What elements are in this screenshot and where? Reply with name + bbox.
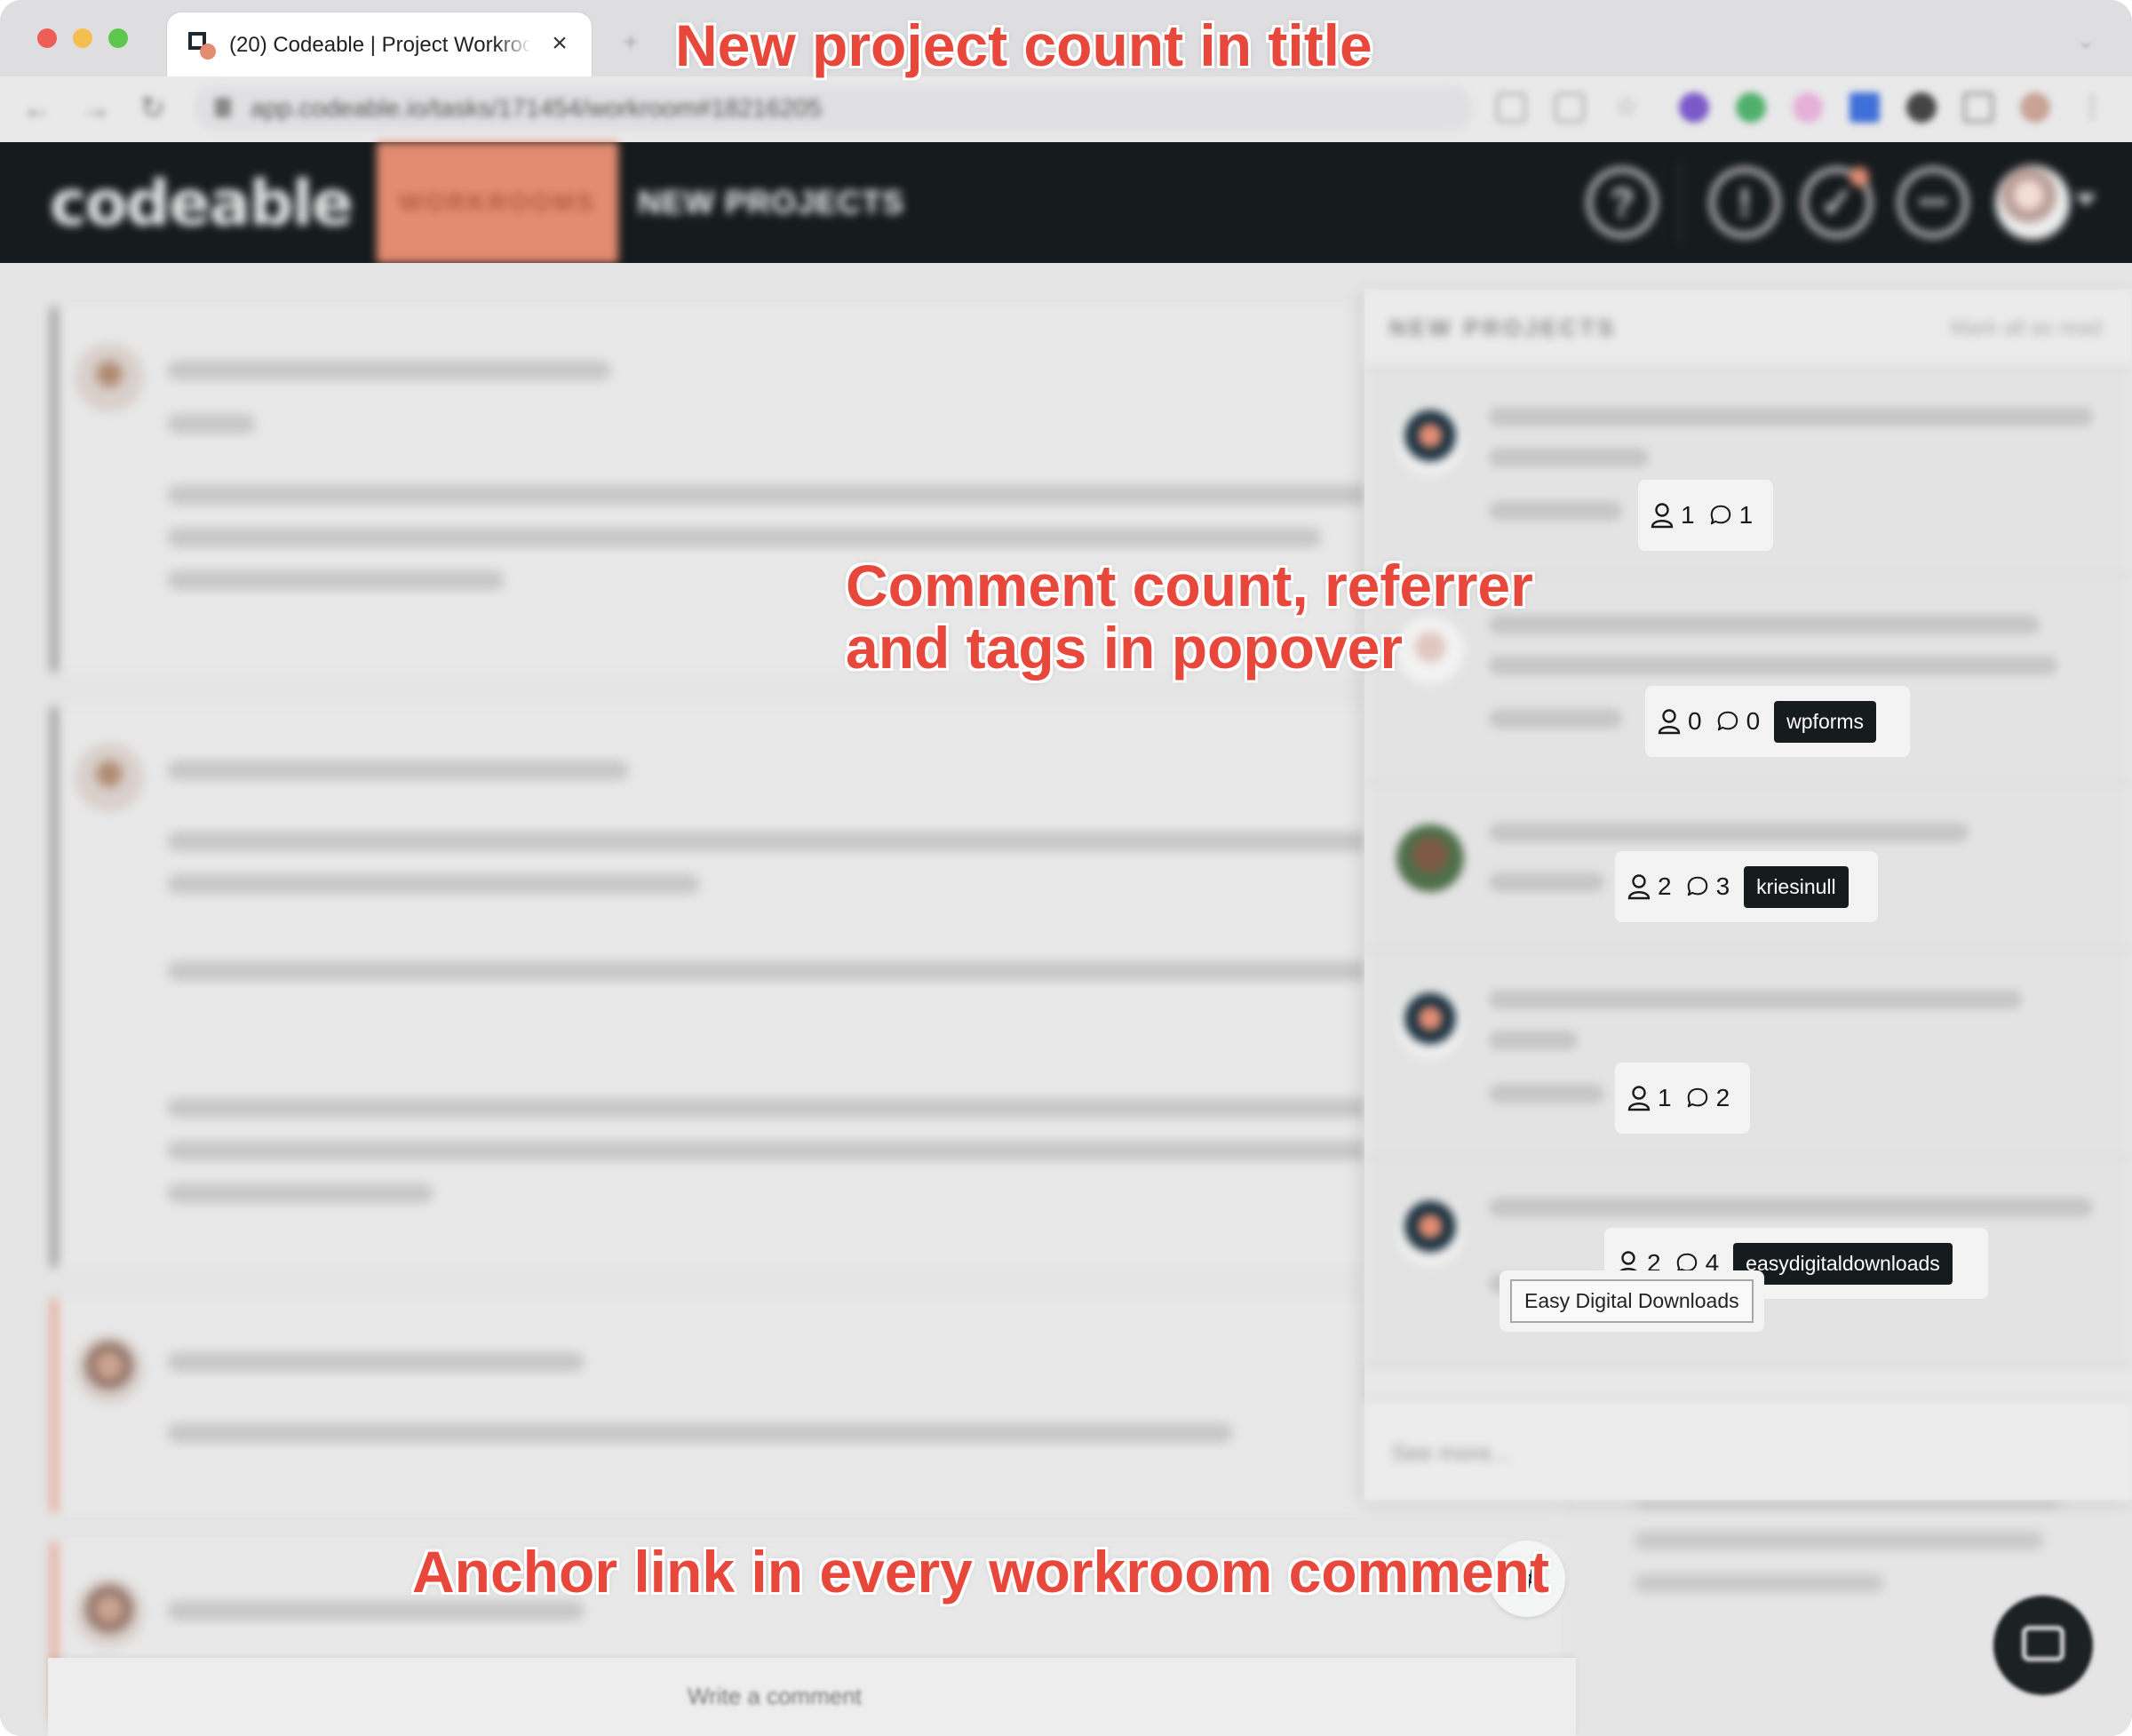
browser-tab-active[interactable]: (20) Codeable | Project Workroom × [167,12,592,80]
project-meta: 2 3 kriesinull [1615,851,1878,922]
tab-close-icon[interactable]: × [544,28,576,60]
comment-count: 1 [1709,501,1754,530]
client-avatar [1396,1199,1464,1267]
new-tab-icon[interactable]: + [613,25,648,60]
close-window-button[interactable] [37,28,57,48]
comment-bubble-icon [1710,505,1730,525]
client-avatar [1396,991,1464,1059]
share-icon[interactable] [1496,92,1526,123]
popover-title: NEW PROJECTS [1389,315,1618,341]
user-avatar[interactable] [1995,165,2070,240]
browser-menu-icon[interactable]: ⋮ [2077,92,2107,123]
extension-pink-icon[interactable] [1793,92,1823,123]
commenter-avatar [75,743,144,812]
tab-search-chevron-icon[interactable]: ⌄ [2077,28,2112,55]
profile-avatar-icon[interactable] [2020,92,2050,123]
commenter-avatar [75,343,144,412]
browser-toolbar: ← → ↻ app.codeable.io/tasks/171454/workr… [0,76,2132,142]
person-icon [1627,1086,1651,1111]
maximize-window-button[interactable] [108,28,128,48]
address-bar[interactable]: app.codeable.io/tasks/171454/workroom#18… [194,85,1473,131]
minimize-window-button[interactable] [73,28,92,48]
annotation-anchor: Anchor link in every workroom comment [412,1539,1549,1605]
annotation-title-count: New project count in title [675,12,1372,78]
mark-all-read-link[interactable]: Mark all as read [1950,316,2102,341]
codeable-favicon-icon [188,32,216,60]
messages-icon[interactable]: ••• [1897,167,1969,238]
chat-widget-button[interactable] [1993,1596,2093,1695]
extension-purple-icon[interactable] [1679,92,1709,123]
comment-bubble-icon [1687,876,1707,896]
commenter-avatar [75,1334,144,1404]
back-icon[interactable]: ← [21,92,53,124]
project-meta: 1 1 [1638,480,1773,551]
comment-count: 3 [1686,872,1730,901]
comment-composer[interactable]: Write a comment [48,1658,1576,1736]
referrer-count-value: 2 [1658,872,1672,900]
project-tag[interactable]: kriesinull [1744,865,1849,908]
comment-count-value: 1 [1738,501,1754,529]
url-text: app.codeable.io/tasks/171454/workroom#18… [251,94,822,122]
referrer-count-value: 1 [1658,1084,1672,1111]
tag-tooltip: Easy Digital Downloads [1500,1270,1764,1332]
tab-title: (20) Codeable | Project Workroom [229,29,531,61]
popover-header: NEW PROJECTS Mark all as read [1364,290,2132,368]
reload-icon[interactable]: ↻ [137,92,169,124]
project-tag[interactable]: easydigitaldownloads [1733,1242,1953,1285]
extension-green-icon[interactable] [1736,92,1766,123]
referrer-count-value: 1 [1681,501,1695,529]
client-avatar [1396,824,1464,892]
sidebar-panel-icon[interactable] [1963,92,1993,123]
chevron-down-icon[interactable] [2075,194,2096,206]
workroom-comment [52,1299,1562,1512]
referrer-count: 2 [1627,872,1672,901]
extension-calendar-icon[interactable] [1850,92,1880,123]
client-avatar [1396,409,1464,476]
person-icon [1651,503,1674,529]
tag-tooltip-text: Easy Digital Downloads [1510,1279,1754,1323]
comment-count-value: 3 [1715,872,1730,900]
info-icon[interactable]: ! [1709,167,1780,238]
bookmark-star-icon[interactable]: ☆ [1611,92,1642,123]
notification-badge [1850,167,1869,187]
nav-new-projects[interactable]: NEW PROJECTS [638,142,904,263]
site-header: codeable WORKROOMS NEW PROJECTS ? ! ✓ ••… [0,142,2132,263]
extensions-puzzle-icon[interactable] [1906,92,1937,123]
referrer-count-value: 0 [1688,707,1702,735]
comment-bubble-icon [1687,1087,1707,1108]
commenter-avatar [75,1578,144,1647]
person-icon [1627,874,1651,900]
workroom-comment [52,707,1384,1267]
forward-icon[interactable]: → [80,92,112,124]
nav-workrooms[interactable]: WORKROOMS [377,142,618,263]
client-avatar [1396,617,1464,684]
project-meta: 0 0 wpforms [1645,686,1910,757]
comment-count-value: 0 [1746,707,1761,735]
composer-placeholder: Write a comment [688,1683,863,1709]
comment-count-value: 2 [1715,1084,1730,1111]
project-tag[interactable]: wpforms [1774,700,1877,743]
help-icon[interactable]: ? [1587,167,1658,238]
popover-footer: See more... [1364,1398,2132,1501]
comment-bubble-icon [1717,711,1738,731]
browser-window: (20) Codeable | Project Workroom × + ⌄ ←… [0,0,2132,1736]
comment-count: 2 [1686,1084,1730,1112]
person-icon [1658,709,1681,735]
lock-icon [215,98,231,117]
project-meta: 1 2 [1615,1063,1750,1134]
referrer-count: 1 [1627,1084,1672,1112]
see-more-link[interactable]: See more... [1391,1439,1510,1467]
annotation-popover-line2: and tags in popover [846,615,1404,681]
header-divider [1679,162,1681,243]
referrer-count: 0 [1658,707,1702,736]
annotation-popover-line1: Comment count, referrer [846,553,1533,618]
comment-count: 0 [1716,707,1761,736]
referrer-count: 1 [1651,501,1695,530]
install-icon[interactable] [1555,92,1585,123]
codeable-logo[interactable]: codeable [50,167,354,240]
